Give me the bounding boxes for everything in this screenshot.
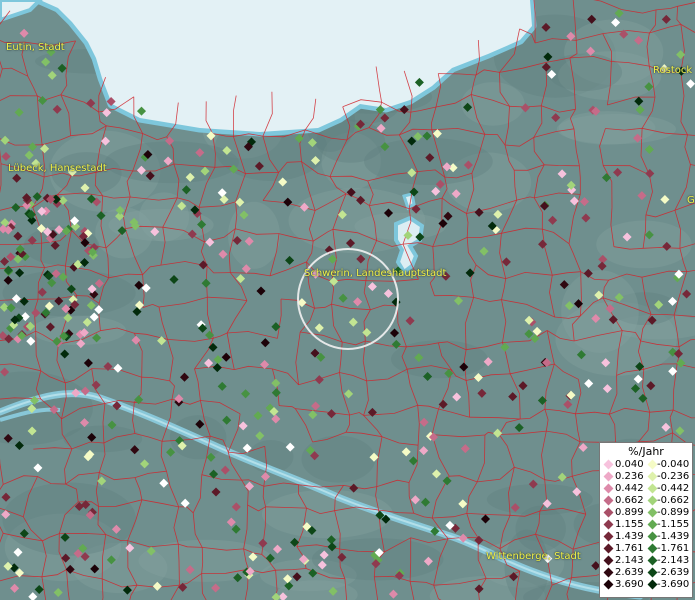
legend-value-negative: -2.639	[657, 567, 690, 578]
legend-value-positive: 1.761	[615, 543, 644, 554]
legend-swatch-positive	[603, 567, 614, 578]
legend-value-positive: 2.639	[615, 567, 644, 578]
legend-value-negative: -0.442	[657, 483, 690, 494]
legend-row: 0.442 -0.442	[603, 483, 690, 495]
city-label-g: G	[687, 195, 695, 206]
terrain-patch	[461, 82, 525, 126]
legend-swatch-positive	[603, 543, 614, 554]
legend-swatch-negative	[647, 531, 658, 542]
legend-value-negative: -0.236	[657, 471, 690, 482]
legend-swatch-negative	[647, 471, 658, 482]
legend-row: 1.761 -1.761	[603, 543, 690, 555]
legend-row: 0.040 -0.040	[603, 459, 690, 471]
legend-value-negative: -1.761	[657, 543, 690, 554]
legend-swatch-negative	[647, 567, 658, 578]
legend-value-negative: -0.040	[657, 459, 690, 470]
legend-swatch-positive	[603, 579, 614, 590]
legend-swatch-negative	[647, 579, 658, 590]
legend-swatch-positive	[603, 495, 614, 506]
legend-row: 1.439 -1.439	[603, 531, 690, 543]
legend-value-negative: -0.899	[657, 507, 690, 518]
legend-swatch-negative	[647, 483, 658, 494]
legend-swatch-positive	[603, 531, 614, 542]
legend-row: 0.236 -0.236	[603, 471, 690, 483]
terrain-patch	[515, 505, 566, 552]
legend-rows: 0.040 -0.040 0.236 -0.236 0.442 -0.442 0.662 -0…	[603, 459, 690, 591]
legend-row: 2.639 -2.639	[603, 567, 690, 579]
terrain-patch	[301, 435, 376, 483]
legend-swatch-positive	[603, 507, 614, 518]
terrain-patch	[228, 201, 280, 269]
legend-row: 3.690 -3.690	[603, 579, 690, 591]
legend-swatch-negative	[647, 495, 658, 506]
legend-value-positive: 0.899	[615, 507, 644, 518]
city-label-wittenberge: Wittenberge, Stadt	[486, 551, 581, 562]
legend-row: 1.155 -1.155	[603, 519, 690, 531]
legend-value-negative: -3.690	[657, 579, 690, 590]
legend-row: 0.662 -0.662	[603, 495, 690, 507]
legend-value-negative: -1.439	[657, 531, 690, 542]
map-canvas[interactable]	[0, 0, 695, 600]
legend-value-positive: 0.442	[615, 483, 644, 494]
legend-value-negative: -2.143	[657, 555, 690, 566]
legend-value-positive: 2.143	[615, 555, 644, 566]
terrain-patch	[2, 482, 136, 556]
legend-row: 2.143 -2.143	[603, 555, 690, 567]
legend-swatch-negative	[647, 507, 658, 518]
legend-swatch-positive	[603, 459, 614, 470]
legend-value-positive: 0.236	[615, 471, 644, 482]
legend-value-positive: 0.040	[615, 459, 644, 470]
city-label-schwerin: Schwerin, Landeshauptstadt	[304, 268, 447, 279]
legend-value-positive: 3.690	[615, 579, 644, 590]
legend-value-negative: -0.662	[657, 495, 690, 506]
legend-swatch-positive	[603, 483, 614, 494]
legend-swatch-negative	[647, 519, 658, 530]
legend-value-positive: 1.439	[615, 531, 644, 542]
legend: %/Jahr 0.040 -0.040 0.236 -0.236 0.442 -0.442…	[599, 442, 693, 598]
legend-swatch-positive	[603, 519, 614, 530]
city-label-rostock: Rostock	[653, 65, 693, 76]
terrain-patch	[104, 141, 239, 184]
terrain-patch	[63, 425, 143, 453]
legend-swatch-negative	[647, 555, 658, 566]
legend-row: 0.899 -0.899	[603, 507, 690, 519]
legend-swatch-positive	[603, 471, 614, 482]
legend-value-positive: 1.155	[615, 519, 644, 530]
legend-value-negative: -1.155	[657, 519, 690, 530]
city-label-luebeck: Lübeck, Hansestadt	[8, 163, 107, 174]
legend-swatch-positive	[603, 555, 614, 566]
legend-swatch-negative	[647, 459, 658, 470]
city-label-eutin: Eutin, Stadt	[6, 42, 65, 53]
legend-value-positive: 0.662	[615, 495, 644, 506]
legend-title: %/Jahr	[628, 445, 664, 458]
legend-swatch-negative	[647, 543, 658, 554]
